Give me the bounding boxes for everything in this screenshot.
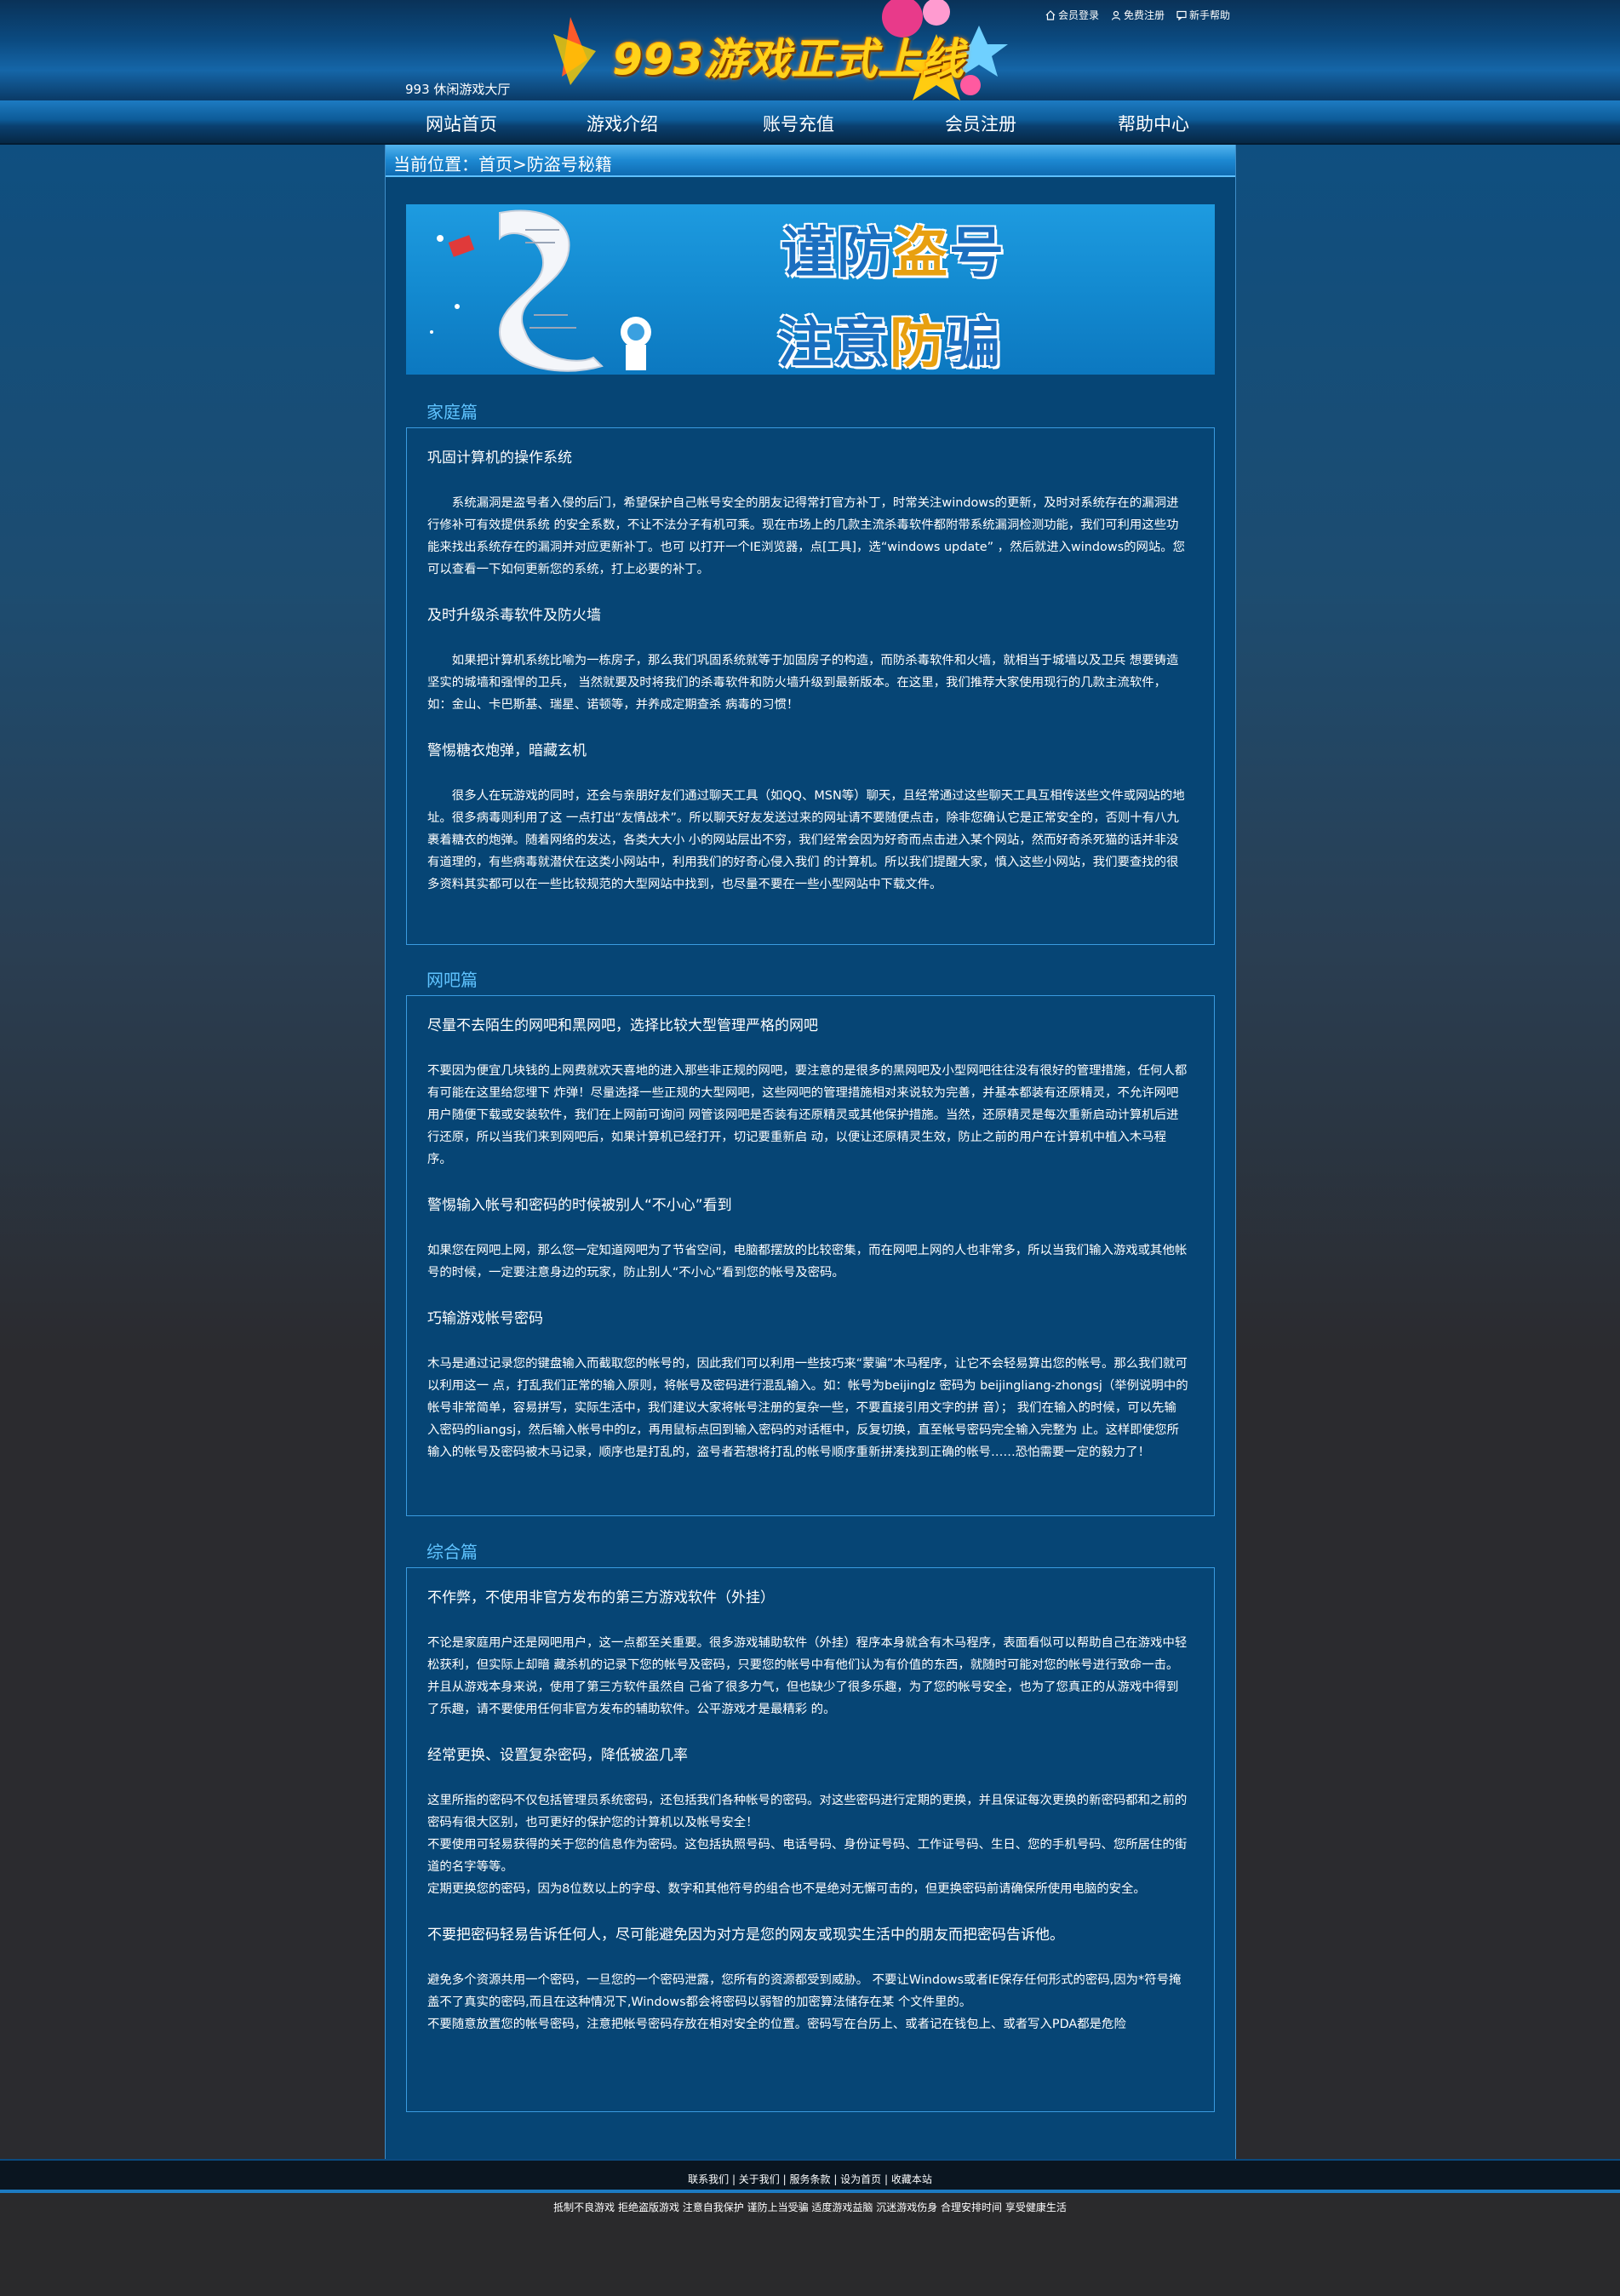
main-nav: 网站首页 游戏介绍 账号充值 会员注册 帮助中心 bbox=[0, 100, 1620, 145]
item-heading: 警惕输入帐号和密码的时候被别人“不小心”看到 bbox=[427, 1197, 732, 1214]
banner-title-text: 993游戏正式上线 bbox=[613, 35, 965, 84]
section-title-netcafe: 网吧篇 bbox=[426, 970, 478, 990]
register-link[interactable]: 免费注册 bbox=[1111, 8, 1165, 22]
promo-line1-b: 盗 bbox=[893, 222, 949, 285]
promo-line-2: 注意防骗 bbox=[777, 300, 1002, 375]
item-paragraph: 木马是通过记录您的键盘输入而截取您的帐号的，因此我们可以利用一些技巧来“蒙骗”木… bbox=[427, 1357, 1188, 1459]
nav-help[interactable]: 帮助中心 bbox=[1118, 111, 1189, 136]
item-paragraph: 定期更换您的密码，因为8位数以上的字母、数字和其他符号的组合也不是绝对无懈可击的… bbox=[427, 1882, 1146, 1896]
item-heading: 不要把密码轻易告诉任何人，尽可能避免因为对方是您的网友或现实生活中的朋友而把密码… bbox=[427, 1927, 1064, 1944]
content-column: 当前位置：首页>防盗号秘籍 谨防盗号 注意防骗 家庭篇 巩固计算机的操作系统 系… bbox=[385, 145, 1236, 2159]
footer-bar: 联系我们 | 关于我们 | 服务条款 | 设为首页 | 收藏本站 bbox=[0, 2159, 1620, 2193]
promo-line-1: 谨防盗号 bbox=[781, 209, 1005, 288]
user-icon bbox=[1111, 10, 1121, 20]
item-heading: 警惕糖衣炮弹，暗藏玄机 bbox=[427, 742, 587, 759]
section-box-netcafe: 尽量不去陌生的网吧和黑网吧，选择比较大型管理严格的网吧 不要因为便宜几块钱的上网… bbox=[406, 995, 1215, 1516]
footer-links: 联系我们 | 关于我们 | 服务条款 | 设为首页 | 收藏本站 bbox=[688, 2173, 932, 2185]
item-paragraph: 如果把计算机系统比喻为一栋房子，那么我们巩固系统就等于加固房子的构造，而防杀毒软… bbox=[427, 654, 1179, 712]
home-icon bbox=[1045, 9, 1056, 20]
item-heading: 及时升级杀毒软件及防火墙 bbox=[427, 607, 601, 624]
breadcrumb: 当前位置：首页>防盗号秘籍 bbox=[386, 145, 1235, 177]
item-heading: 巧输游戏帐号密码 bbox=[427, 1310, 543, 1327]
section-box-general: 不作弊，不使用非官方发布的第三方游戏软件（外挂） 不论是家庭用户还是网吧用户，这… bbox=[406, 1567, 1215, 2112]
section-title-home: 家庭篇 bbox=[426, 402, 478, 422]
nav-register[interactable]: 会员注册 bbox=[945, 111, 1016, 136]
item-heading: 巩固计算机的操作系统 bbox=[427, 449, 572, 467]
footer-link-contact[interactable]: 联系我们 bbox=[688, 2173, 729, 2185]
promo-line1-a: 谨防 bbox=[781, 222, 893, 285]
help-link[interactable]: 新手帮助 bbox=[1176, 8, 1230, 22]
top-links: 会员登录 免费注册 新手帮助 bbox=[1045, 8, 1230, 22]
site-header: 993游戏正式上线 会员登录 免费注册 新手帮助 993 休闲游戏大厅 bbox=[0, 0, 1620, 100]
promo-line2-a: 注意 bbox=[777, 312, 890, 375]
item-heading: 经常更换、设置复杂密码，降低被盗几率 bbox=[427, 1747, 688, 1764]
section-box-home: 巩固计算机的操作系统 系统漏洞是盗号者入侵的后门，希望保护自己帐号安全的朋友记得… bbox=[406, 427, 1215, 945]
item-paragraph: 避免多个资源共用一个密码，一旦您的一个密码泄露，您所有的资源都受到威胁。 不要让… bbox=[427, 1973, 1182, 2009]
help-label: 新手帮助 bbox=[1188, 9, 1230, 21]
item-paragraph: 不要使用可轻易获得的关于您的信息作为密码。这包括执照号码、电话号码、身份证号码、… bbox=[427, 1838, 1188, 1874]
footer-link-sethome[interactable]: 设为首页 bbox=[840, 2173, 881, 2185]
item-paragraph: 不要因为便宜几块钱的上网费就欢天喜地的进入那些非正规的网吧，要注意的是很多的黑网… bbox=[427, 1064, 1188, 1166]
promo-banner: 谨防盗号 注意防骗 bbox=[406, 204, 1215, 375]
item-paragraph: 系统漏洞是盗号者入侵的后门，希望保护自己帐号安全的朋友记得常打官方补丁，时常关注… bbox=[427, 496, 1186, 576]
item-paragraph: 如果您在网吧上网，那么您一定知道网吧为了节省空间，电脑都摆放的比较密集，而在网吧… bbox=[427, 1244, 1188, 1280]
item-paragraph: 不要随意放置您的帐号密码，注意把帐号密码存放在相对安全的位置。密码写在台历上、或… bbox=[427, 2018, 1126, 2031]
item-paragraph: 很多人在玩游戏的同时，还会与亲朋好友们通过聊天工具（如QQ、MSN等）聊天，且经… bbox=[427, 789, 1185, 891]
footer-link-bookmark[interactable]: 收藏本站 bbox=[891, 2173, 932, 2185]
section-title-general: 综合篇 bbox=[426, 1542, 478, 1562]
register-label: 免费注册 bbox=[1123, 9, 1165, 21]
item-heading: 尽量不去陌生的网吧和黑网吧，选择比较大型管理严格的网吧 bbox=[427, 1017, 818, 1034]
header-banner: 993游戏正式上线 bbox=[536, 0, 1098, 100]
nav-games[interactable]: 游戏介绍 bbox=[587, 111, 658, 136]
promo-line1-c: 号 bbox=[949, 222, 1005, 285]
nav-home[interactable]: 网站首页 bbox=[426, 111, 497, 136]
brand-subtitle: 993 休闲游戏大厅 bbox=[405, 82, 511, 97]
promo-line2-c: 骗 bbox=[946, 312, 1002, 375]
item-paragraph: 不论是家庭用户还是网吧用户，这一点都至关重要。很多游戏辅助软件（外挂）程序本身就… bbox=[427, 1636, 1188, 1716]
footer-link-about[interactable]: 关于我们 bbox=[739, 2173, 780, 2185]
breadcrumb-text: 当前位置：首页>防盗号秘籍 bbox=[393, 154, 612, 175]
health-notice-text: 抵制不良游戏 拒绝盗版游戏 注意自我保护 谨防上当受骗 适度游戏益脑 沉迷游戏伤… bbox=[553, 2202, 1067, 2213]
login-link[interactable]: 会员登录 bbox=[1045, 8, 1099, 22]
footer-link-terms[interactable]: 服务条款 bbox=[789, 2173, 830, 2185]
item-heading: 不作弊，不使用非官方发布的第三方游戏软件（外挂） bbox=[427, 1589, 775, 1606]
chat-icon bbox=[1176, 10, 1187, 20]
footer-notice: 抵制不良游戏 拒绝盗版游戏 注意自我保护 谨防上当受骗 适度游戏益脑 沉迷游戏伤… bbox=[0, 2193, 1620, 2219]
nav-recharge[interactable]: 账号充值 bbox=[763, 111, 834, 136]
promo-line2-b: 防 bbox=[890, 312, 946, 375]
scroll-illustration-icon bbox=[430, 209, 651, 372]
login-label: 会员登录 bbox=[1057, 9, 1099, 21]
item-paragraph: 这里所指的密码不仅包括管理员系统密码，还包括我们各种帐号的密码。对这些密码进行定… bbox=[427, 1794, 1188, 1829]
